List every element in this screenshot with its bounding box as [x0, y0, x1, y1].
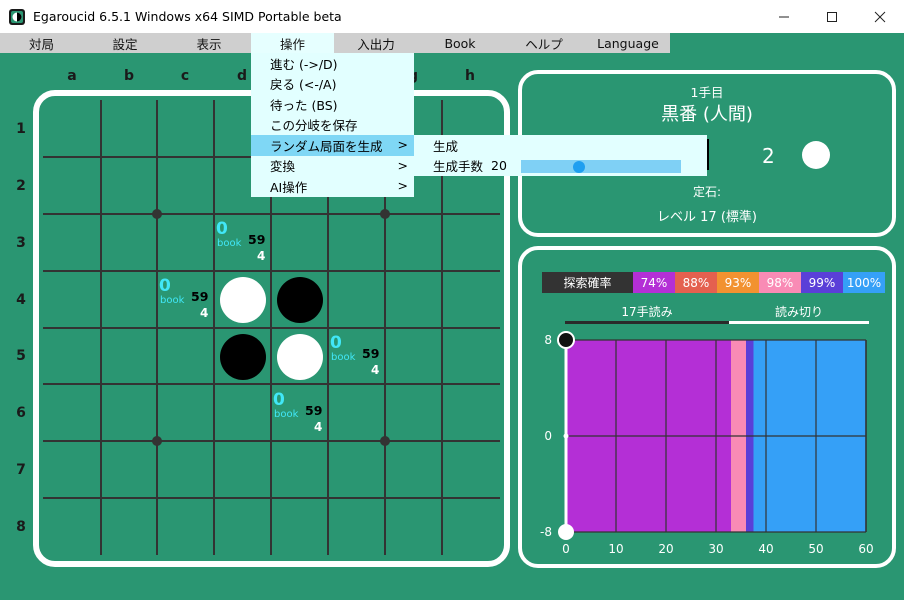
menu-undo-label: 待った (BS): [270, 97, 338, 113]
submenu-moves-label: 生成手数: [433, 159, 484, 175]
menu-convert-label: 変換: [270, 159, 296, 175]
submenu-arrow-icon: >: [397, 157, 408, 173]
submenu-moves-value: 20: [491, 158, 507, 174]
y-tick-label: 0: [544, 429, 552, 443]
x-tick-label: 30: [708, 542, 723, 556]
menu-convert[interactable]: 変換 >: [251, 156, 414, 177]
submenu-arrow-icon: >: [397, 178, 408, 193]
submenu-arrow-icon: >: [397, 137, 408, 152]
y-tick-label: 8: [544, 333, 552, 347]
menu-ai-operation[interactable]: AI操作 >: [251, 176, 414, 197]
x-tick-label: 0: [562, 542, 570, 556]
random-position-submenu: 生成 生成手数 20: [414, 135, 707, 176]
moves-slider[interactable]: [521, 159, 681, 173]
menu-undo[interactable]: 待った (BS): [251, 94, 414, 115]
x-tick-label: 20: [658, 542, 673, 556]
x-tick-label: 50: [808, 542, 823, 556]
menu-forward[interactable]: 進む (->/D): [251, 53, 414, 74]
menu-back-label: 戻る (<-/A): [270, 77, 337, 93]
eval-point: [557, 331, 575, 349]
x-tick-label: 40: [758, 542, 773, 556]
x-tick-label: 10: [608, 542, 623, 556]
menu-save-branch-label: この分岐を保存: [270, 118, 358, 134]
submenu-generate-label: 生成: [433, 138, 459, 154]
menu-back[interactable]: 戻る (<-/A): [251, 74, 414, 95]
operation-dropdown: 進む (->/D) 戻る (<-/A) 待った (BS) この分岐を保存 ランダ…: [251, 53, 414, 197]
x-tick-label: 60: [858, 542, 873, 556]
submenu-generate[interactable]: 生成: [414, 135, 707, 156]
menu-forward-label: 進む (->/D): [270, 56, 338, 72]
menu-ai-operation-label: AI操作: [270, 179, 308, 195]
eval-point: [558, 524, 574, 540]
menu-random-position-label: ランダム局面を生成: [270, 138, 383, 154]
y-tick-label: -8: [540, 525, 552, 539]
menu-save-branch[interactable]: この分岐を保存: [251, 115, 414, 136]
eval-point: [563, 433, 569, 439]
submenu-moves: 生成手数 20: [414, 156, 707, 177]
moves-slider-handle[interactable]: [573, 160, 585, 173]
menu-random-position[interactable]: ランダム局面を生成 >: [251, 135, 414, 156]
eval-graph[interactable]: 8 0 -8 0 10 20 30 40 50 60: [0, 0, 904, 600]
